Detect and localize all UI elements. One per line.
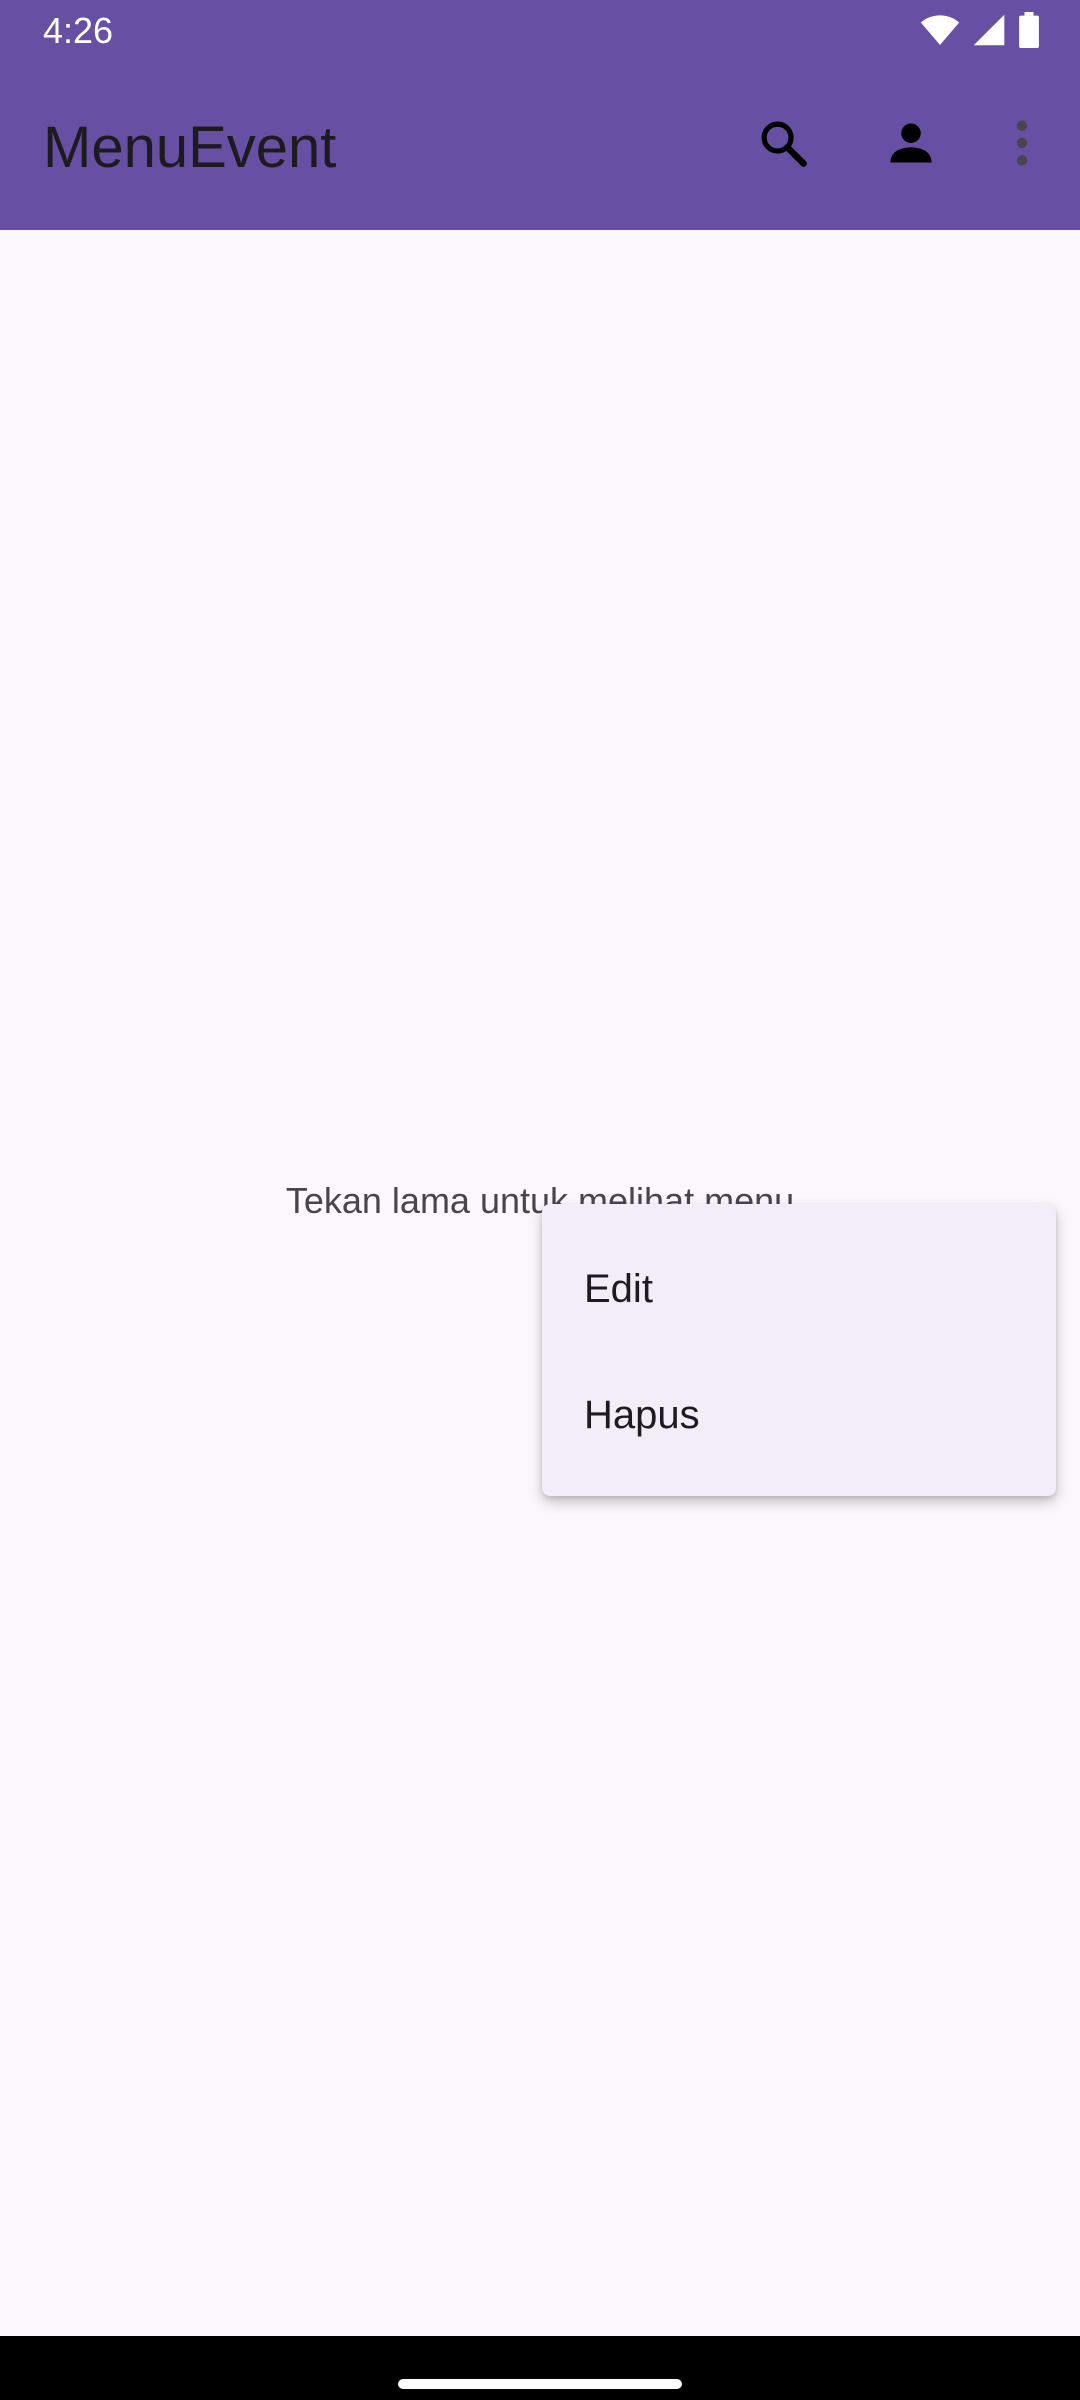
cellular-signal-icon xyxy=(972,13,1006,47)
person-icon xyxy=(885,117,937,174)
menu-item-hapus[interactable]: Hapus xyxy=(542,1352,1056,1478)
search-button[interactable] xyxy=(738,100,828,190)
more-vert-icon xyxy=(1012,117,1032,174)
wifi-icon xyxy=(920,13,960,47)
status-bar: 4:26 xyxy=(0,0,1080,62)
home-indicator[interactable] xyxy=(398,2379,682,2389)
navigation-bar xyxy=(0,2336,1080,2400)
profile-button[interactable] xyxy=(866,100,956,190)
more-options-button[interactable] xyxy=(977,100,1067,190)
status-icons xyxy=(920,12,1040,48)
battery-icon xyxy=(1018,12,1040,48)
context-menu: Edit Hapus xyxy=(542,1204,1056,1496)
toolbar-title: MenuEvent xyxy=(43,115,337,180)
status-time: 4:26 xyxy=(43,10,114,51)
app-bar: 4:26 MenuEvent xyxy=(0,0,1080,230)
screen: 4:26 MenuEvent Tekan lama untuk melihat … xyxy=(0,0,1080,2400)
menu-item-edit[interactable]: Edit xyxy=(542,1226,1056,1352)
search-icon xyxy=(757,117,809,174)
